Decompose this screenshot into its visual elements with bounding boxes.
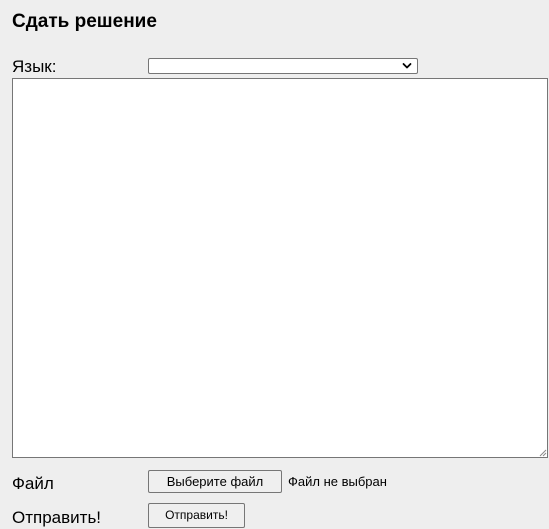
language-select[interactable] (148, 58, 418, 74)
code-textarea[interactable] (12, 78, 548, 458)
language-label: Язык: (12, 57, 57, 76)
file-status-text: Файл не выбран (288, 474, 387, 489)
chevron-down-icon (402, 63, 412, 69)
page-title: Сдать решение (12, 11, 157, 32)
submit-solution-panel: Сдать решение Язык: Файл Выберите файл Ф… (0, 0, 549, 529)
resize-grip-icon[interactable] (538, 448, 547, 457)
submit-button[interactable]: Отправить! (148, 503, 245, 528)
submit-label: Отправить! (12, 508, 102, 527)
choose-file-button[interactable]: Выберите файл (148, 470, 282, 493)
file-label: Файл (12, 474, 54, 493)
